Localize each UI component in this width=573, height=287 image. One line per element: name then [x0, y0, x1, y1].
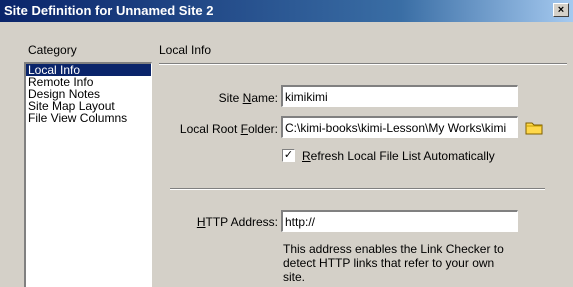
- category-list[interactable]: Local Info Remote Info Design Notes Site…: [24, 62, 152, 287]
- category-item-file-view-columns[interactable]: File View Columns: [26, 112, 151, 124]
- http-address-note: This address enables the Link Checker to…: [283, 242, 504, 284]
- refresh-label: Refresh Local File List Automatically: [302, 149, 495, 163]
- refresh-checkbox[interactable]: ✓: [282, 149, 295, 162]
- section-divider: [159, 63, 567, 65]
- title-bar: Site Definition for Unnamed Site 2 ×: [0, 0, 573, 22]
- http-divider: [170, 188, 545, 190]
- site-name-label: Site Name:: [218, 91, 278, 105]
- category-heading: Category: [28, 43, 77, 57]
- window-title: Site Definition for Unnamed Site 2: [4, 3, 214, 18]
- local-root-folder-label: Local Root Folder:: [179, 122, 278, 136]
- site-name-input[interactable]: kimikimi: [281, 85, 518, 107]
- http-address-label: HTTP Address:: [196, 215, 278, 229]
- local-root-folder-input[interactable]: C:\kimi-books\kimi-Lesson\My Works\kimi: [281, 116, 518, 138]
- close-button[interactable]: ×: [553, 3, 569, 17]
- folder-icon[interactable]: [525, 120, 543, 136]
- section-title: Local Info: [159, 43, 212, 57]
- http-address-input[interactable]: http://: [281, 210, 518, 232]
